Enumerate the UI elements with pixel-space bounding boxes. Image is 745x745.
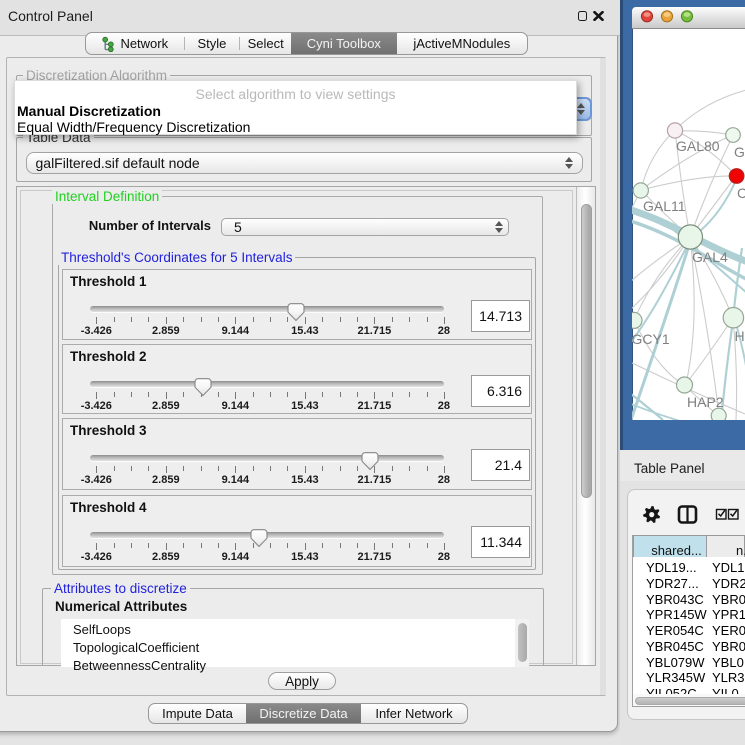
svg-text:H: H — [735, 328, 745, 344]
svg-text:GCY1: GCY1 — [632, 331, 670, 347]
svg-text:HAP2: HAP2 — [687, 394, 724, 410]
svg-text:GAL80: GAL80 — [676, 138, 720, 154]
svg-text:GA: GA — [734, 144, 745, 160]
svg-text:C: C — [737, 185, 745, 201]
svg-text:GAL4: GAL4 — [692, 249, 728, 265]
svg-text:GAL11: GAL11 — [643, 198, 686, 214]
